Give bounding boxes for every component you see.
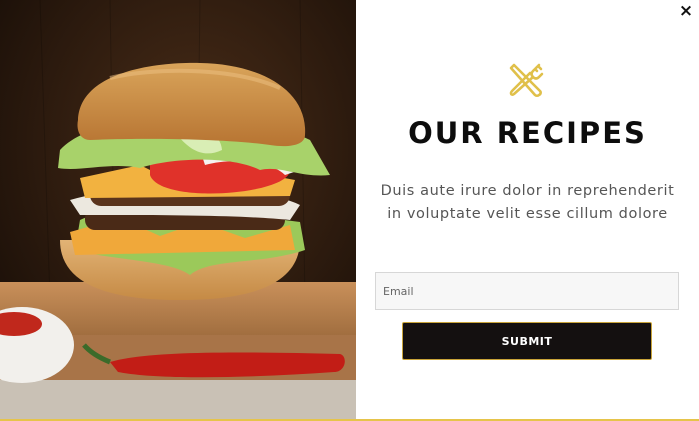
fork-knife-crossed-icon	[506, 60, 546, 100]
popup-description: Duis aute irure dolor in reprehenderit i…	[380, 183, 675, 222]
close-button[interactable]: ×	[677, 2, 695, 20]
submit-button[interactable]: SUBMIT	[402, 322, 652, 360]
recipes-popup: × OUR RECIPES Duis aute irure dolor in r…	[0, 0, 699, 421]
popup-title: OUR RECIPES	[408, 116, 647, 150]
signup-panel: × OUR RECIPES Duis aute irure dolor in r…	[356, 0, 699, 419]
burger-photo	[0, 0, 356, 419]
email-field[interactable]	[375, 272, 679, 310]
